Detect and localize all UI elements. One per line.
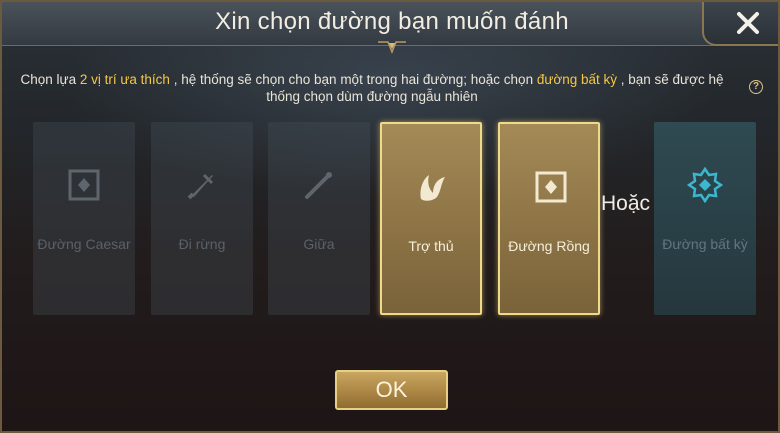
- lane-select-dialog: Xin chọn đường bạn muốn đánh Chọn lựa 2 …: [0, 0, 780, 433]
- highlight-any-lane: đường bất kỳ: [536, 72, 618, 87]
- role-card-caesar-lane[interactable]: Đường Caesar: [33, 122, 135, 315]
- square-diamond-icon: [68, 169, 100, 201]
- role-card-jungle[interactable]: Đi rừng: [151, 122, 253, 315]
- square-diamond-icon: [535, 171, 567, 203]
- wing-icon: [420, 175, 445, 201]
- staff-icon: [305, 172, 332, 199]
- role-label: Trợ thủ: [408, 238, 454, 254]
- role-card-any-lane[interactable]: Đường bất kỳ: [654, 122, 756, 315]
- dagger-icon: [187, 173, 214, 200]
- role-card-mid[interactable]: Giữa: [268, 122, 370, 315]
- role-card-support[interactable]: Trợ thủ: [380, 122, 482, 315]
- title-ornament-icon: [378, 41, 406, 54]
- instruction-text: Chọn lựa 2 vị trí ưa thích , hệ thống sẽ…: [20, 72, 724, 104]
- close-icon[interactable]: [735, 10, 761, 36]
- highlight-two-positions: 2 vị trí ưa thích: [79, 72, 170, 87]
- role-label: Đường Rồng: [508, 238, 590, 254]
- role-label: Đi rừng: [178, 236, 226, 252]
- dialog-title: Xin chọn đường bạn muốn đánh: [215, 8, 569, 35]
- help-icon[interactable]: ?: [749, 80, 763, 94]
- role-label: Giữa: [303, 236, 335, 252]
- ok-button[interactable]: OK: [335, 370, 448, 410]
- role-label: Đường Caesar: [37, 236, 131, 252]
- or-label: Hoặc: [601, 192, 651, 215]
- star-badge-icon: [687, 167, 723, 203]
- role-label: Đường bất kỳ: [662, 236, 748, 252]
- role-card-dragon-lane[interactable]: Đường Rồng: [498, 122, 600, 315]
